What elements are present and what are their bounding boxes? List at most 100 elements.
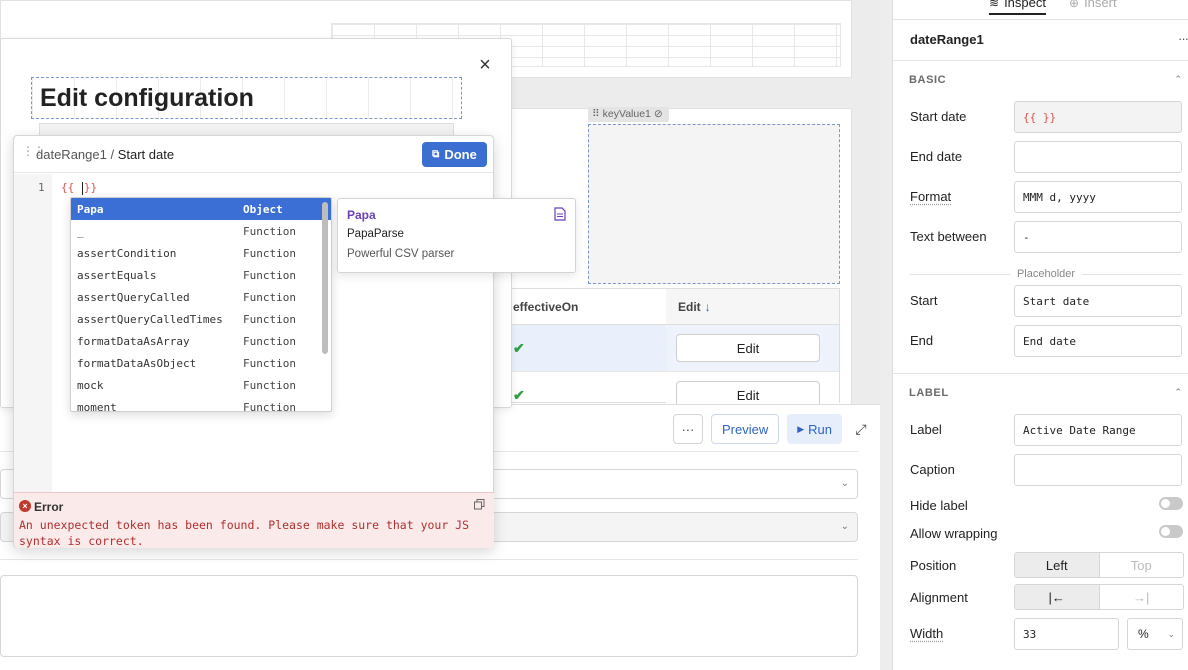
caption-label: Caption: [910, 462, 955, 477]
align-left-icon[interactable]: |←: [1015, 585, 1099, 609]
item-type: Object: [243, 202, 283, 216]
width-unit-value: %: [1138, 627, 1149, 641]
hidden-eye-icon: ⊘: [653, 108, 663, 120]
text-between-label: Text between: [910, 229, 987, 244]
end-placeholder-input[interactable]: End date: [1014, 325, 1182, 357]
expand-icon[interactable]: ⤢: [850, 414, 872, 444]
data-table[interactable]: effectiveOn Edit ↓ ✔ Edit ✔ Edit: [500, 288, 840, 419]
section-title-label[interactable]: LABEL: [909, 387, 949, 399]
preview-button[interactable]: Preview: [710, 414, 780, 444]
caption-input[interactable]: [1014, 454, 1182, 486]
divider: [893, 60, 1188, 61]
text-between-input[interactable]: -: [1014, 221, 1182, 253]
close-icon[interactable]: ×: [476, 55, 494, 75]
text-caret: [81, 181, 83, 195]
code-input[interactable]: {{ }}: [61, 181, 97, 195]
copy-icon[interactable]: [474, 499, 485, 510]
width-input[interactable]: 33: [1014, 618, 1119, 650]
autocomplete-item[interactable]: Papa Object: [71, 198, 331, 220]
alignment-segmented: |← →|: [1014, 584, 1184, 610]
chevron-up-icon[interactable]: ⌃: [1174, 387, 1182, 398]
allow-wrapping-toggle[interactable]: [1159, 525, 1183, 538]
autocomplete-item[interactable]: assertEquals Function: [71, 264, 331, 286]
done-button-label: Done: [444, 147, 477, 162]
end-date-label: End date: [910, 149, 963, 164]
document-icon[interactable]: [554, 207, 566, 221]
column-header-edit[interactable]: Edit ↓: [666, 289, 839, 324]
chevron-down-icon: ⌄: [840, 521, 849, 532]
sort-arrow-icon: ↓: [704, 299, 711, 314]
autocomplete-item[interactable]: assertQueryCalled Function: [71, 286, 331, 308]
position-left-option[interactable]: Left: [1015, 553, 1099, 577]
insert-icon: ⊕: [1069, 0, 1080, 10]
keyvalue-tag[interactable]: ⠿ keyValue1 ⊘: [588, 107, 669, 122]
autocomplete-item[interactable]: formatDataAsArray Function: [71, 330, 331, 352]
breadcrumb-parent[interactable]: dateRange1: [36, 147, 107, 162]
keyvalue-tag-label: keyValue1: [602, 108, 651, 120]
table-row[interactable]: ✔ Edit: [501, 325, 839, 372]
table-header: effectiveOn Edit ↓: [501, 289, 839, 325]
position-top-option[interactable]: Top: [1098, 553, 1184, 577]
tab-insert[interactable]: ⊕ Insert: [1069, 0, 1117, 10]
tab-insert-label: Insert: [1084, 0, 1117, 10]
label-input[interactable]: Active Date Range: [1014, 414, 1182, 446]
title-text-component[interactable]: Edit configuration: [31, 77, 462, 119]
component-name[interactable]: dateRange1: [910, 32, 984, 47]
item-type: Function: [243, 290, 296, 304]
item-type: Function: [243, 356, 296, 370]
column-header-edit-label: Edit: [678, 299, 701, 314]
item-type: Function: [243, 312, 296, 326]
item-name: assertQueryCalledTimes: [77, 312, 223, 326]
autocomplete-scrollbar[interactable]: [322, 202, 328, 354]
query-body-editor[interactable]: [0, 575, 858, 657]
breadcrumb-current: Start date: [117, 147, 175, 162]
autocomplete-doc-tooltip: Papa PapaParse Powerful CSV parser: [337, 198, 576, 273]
popover-header: ⋮⋮ dateRange1 / Start date ⧉ Done: [14, 136, 493, 173]
item-name: formatDataAsArray: [77, 334, 190, 348]
line-number: 1: [38, 181, 45, 194]
autocomplete-item[interactable]: assertQueryCalledTimes Function: [71, 308, 331, 330]
position-label: Position: [910, 558, 957, 573]
chevron-up-icon[interactable]: ⌃: [1174, 74, 1182, 85]
breadcrumb: dateRange1 / Start date: [36, 147, 174, 162]
start-date-input[interactable]: {{ }}: [1014, 101, 1182, 133]
error-icon: ×: [19, 500, 31, 512]
item-name: Papa: [77, 202, 104, 216]
autocomplete-item[interactable]: assertCondition Function: [71, 242, 331, 264]
align-right-icon[interactable]: →|: [1098, 585, 1184, 609]
chevron-down-icon: ⌄: [840, 478, 849, 489]
drag-handle-icon: ⠿: [592, 108, 600, 120]
width-unit-select[interactable]: % ⌄: [1127, 618, 1183, 650]
autocomplete-item[interactable]: _ Function: [71, 220, 331, 242]
more-actions-button[interactable]: ···: [672, 414, 703, 444]
run-button[interactable]: ▶ Run: [787, 414, 842, 444]
component-more-button[interactable]: ···: [1178, 31, 1188, 46]
row-edit-button[interactable]: Edit: [676, 334, 820, 362]
error-title: Error: [34, 500, 64, 514]
query-toolbar: ··· Preview ▶ Run ⤢: [672, 413, 872, 445]
done-button[interactable]: ⧉ Done: [422, 142, 487, 167]
tab-inspect[interactable]: ≋ Inspect: [989, 0, 1046, 15]
run-button-label: Run: [808, 421, 832, 437]
end-date-input[interactable]: [1014, 141, 1182, 173]
keyvalue-component[interactable]: [588, 124, 840, 284]
item-name: _: [77, 224, 84, 238]
hide-label-toggle[interactable]: [1159, 497, 1183, 510]
column-header-effectiveon[interactable]: effectiveOn: [501, 300, 666, 314]
divider: [893, 373, 1188, 374]
format-input[interactable]: MMM d, yyyy: [1014, 181, 1182, 213]
code-close-braces: }}: [83, 181, 98, 194]
item-type: Function: [243, 400, 296, 412]
start-placeholder-input[interactable]: Start date: [1014, 285, 1182, 317]
autocomplete-list[interactable]: Papa Object _ Function assertCondition Func…: [70, 197, 332, 412]
end-label: End: [910, 333, 934, 348]
start-label: Start: [910, 293, 938, 308]
width-label: Width: [910, 626, 944, 641]
divider: [0, 559, 858, 560]
section-title-basic[interactable]: BASIC: [909, 74, 946, 86]
item-type: Function: [243, 334, 296, 348]
autocomplete-item[interactable]: mock Function: [71, 374, 331, 396]
autocomplete-item[interactable]: moment Function: [71, 396, 331, 412]
item-type: Function: [243, 378, 296, 392]
autocomplete-item[interactable]: formatDataAsObject Function: [71, 352, 331, 374]
